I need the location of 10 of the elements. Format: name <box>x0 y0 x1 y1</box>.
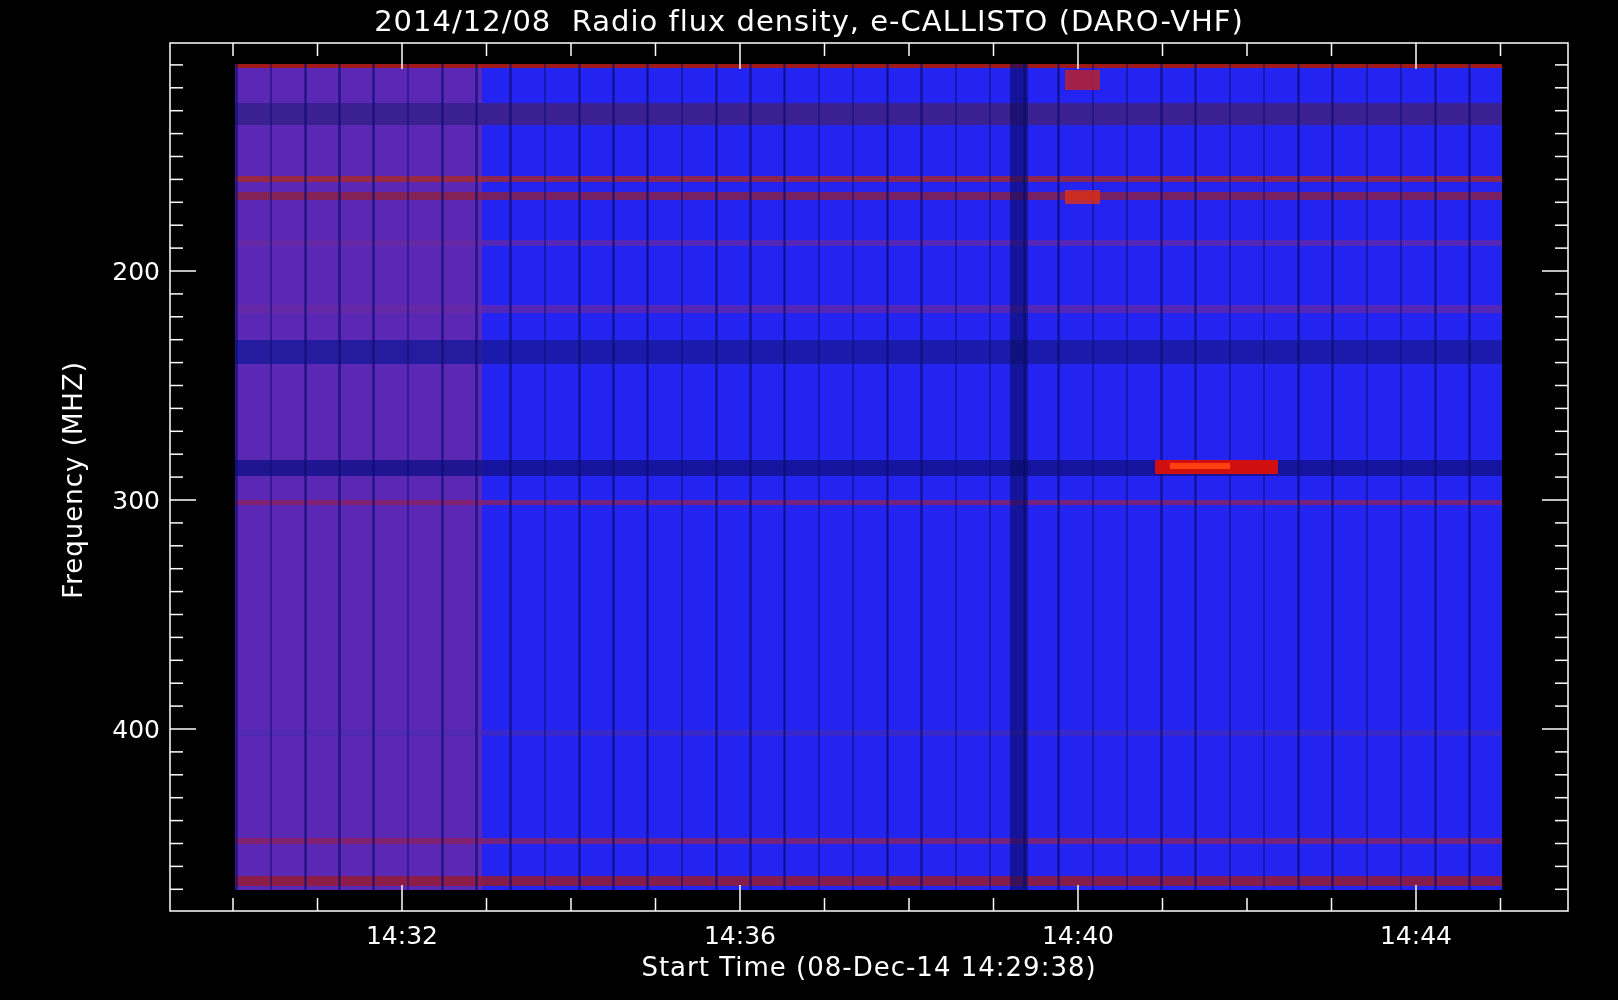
tick-label: 300 <box>112 486 160 515</box>
chart-title: 2014/12/08 Radio flux density, e-CALLISTO (DARO-VHF) <box>374 4 1244 38</box>
x-axis-title: Start Time (08-Dec-14 14:29:38) <box>641 952 1097 982</box>
tick-label: 14:44 <box>1380 921 1452 950</box>
tick-label: 200 <box>112 257 160 286</box>
tick-label: 14:36 <box>704 921 776 950</box>
y-axis-title: Frequency (MHZ) <box>58 361 88 599</box>
tick-label: 400 <box>112 715 160 744</box>
tick-label: 14:40 <box>1042 921 1114 950</box>
tick-label: 14:32 <box>366 921 438 950</box>
